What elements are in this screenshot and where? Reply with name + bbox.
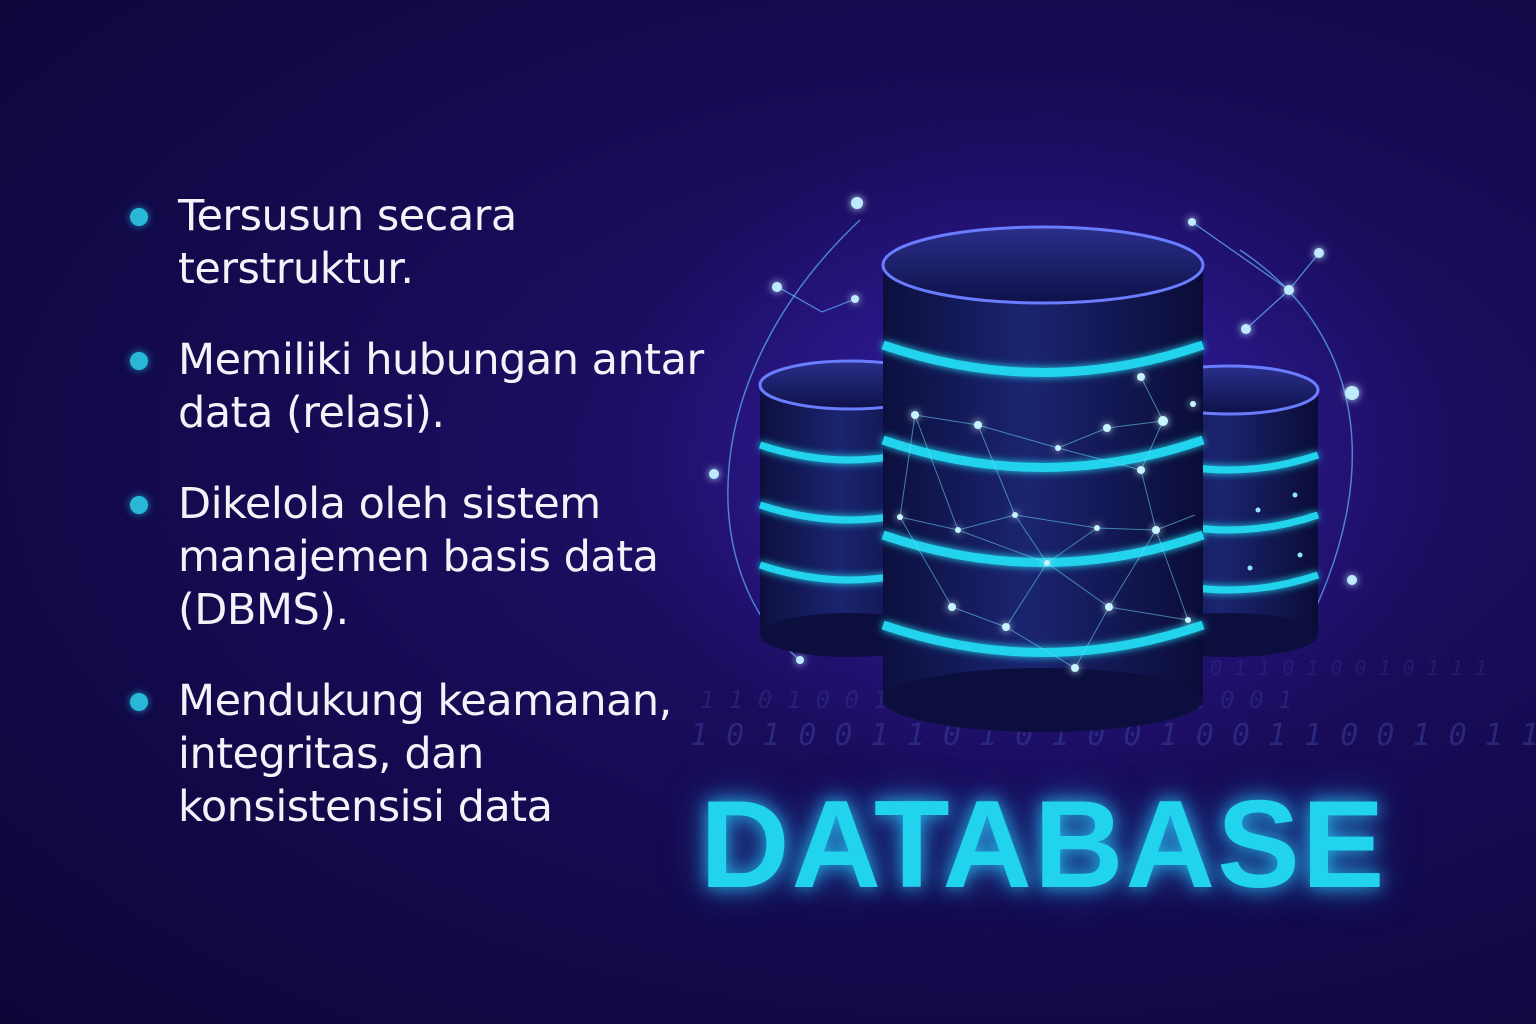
bullet-dot-icon	[130, 496, 148, 514]
bullet-dot-icon	[130, 352, 148, 370]
database-cylinder-main	[881, 225, 1205, 732]
binary-row: 0 1 1 0 1 0 0 1 0 1 1 1	[1210, 656, 1487, 680]
list-item-text: Tersusun secara terstruktur.	[178, 191, 517, 294]
list-item-text: Dikelola oleh sistem manajemen basis dat…	[178, 479, 659, 635]
list-item: Tersusun secara terstruktur.	[130, 190, 750, 296]
bullet-dot-icon	[130, 693, 148, 711]
network-node-icon	[1314, 248, 1324, 258]
page-title: DATABASE	[700, 776, 1387, 914]
feature-list: Tersusun secara terstruktur. Memiliki hu…	[130, 190, 750, 872]
bullet-dot-icon	[130, 208, 148, 226]
network-node-icon	[772, 282, 782, 292]
network-node-icon	[1345, 386, 1359, 400]
list-item: Memiliki hubungan antar data (relasi).	[130, 334, 750, 440]
list-item-text: Memiliki hubungan antar data (relasi).	[178, 335, 704, 438]
list-item: Dikelola oleh sistem manajemen basis dat…	[130, 478, 750, 637]
network-node-icon	[1188, 218, 1196, 226]
network-node-icon	[1347, 575, 1357, 585]
list-item-text: Mendukung keamanan, integritas, dan kons…	[178, 676, 672, 832]
network-node-icon	[851, 197, 863, 209]
network-node-icon	[851, 295, 859, 303]
network-node-icon	[796, 656, 804, 664]
network-node-icon	[1284, 285, 1294, 295]
list-item: Mendukung keamanan, integritas, dan kons…	[130, 675, 750, 834]
network-node-icon	[1241, 324, 1251, 334]
